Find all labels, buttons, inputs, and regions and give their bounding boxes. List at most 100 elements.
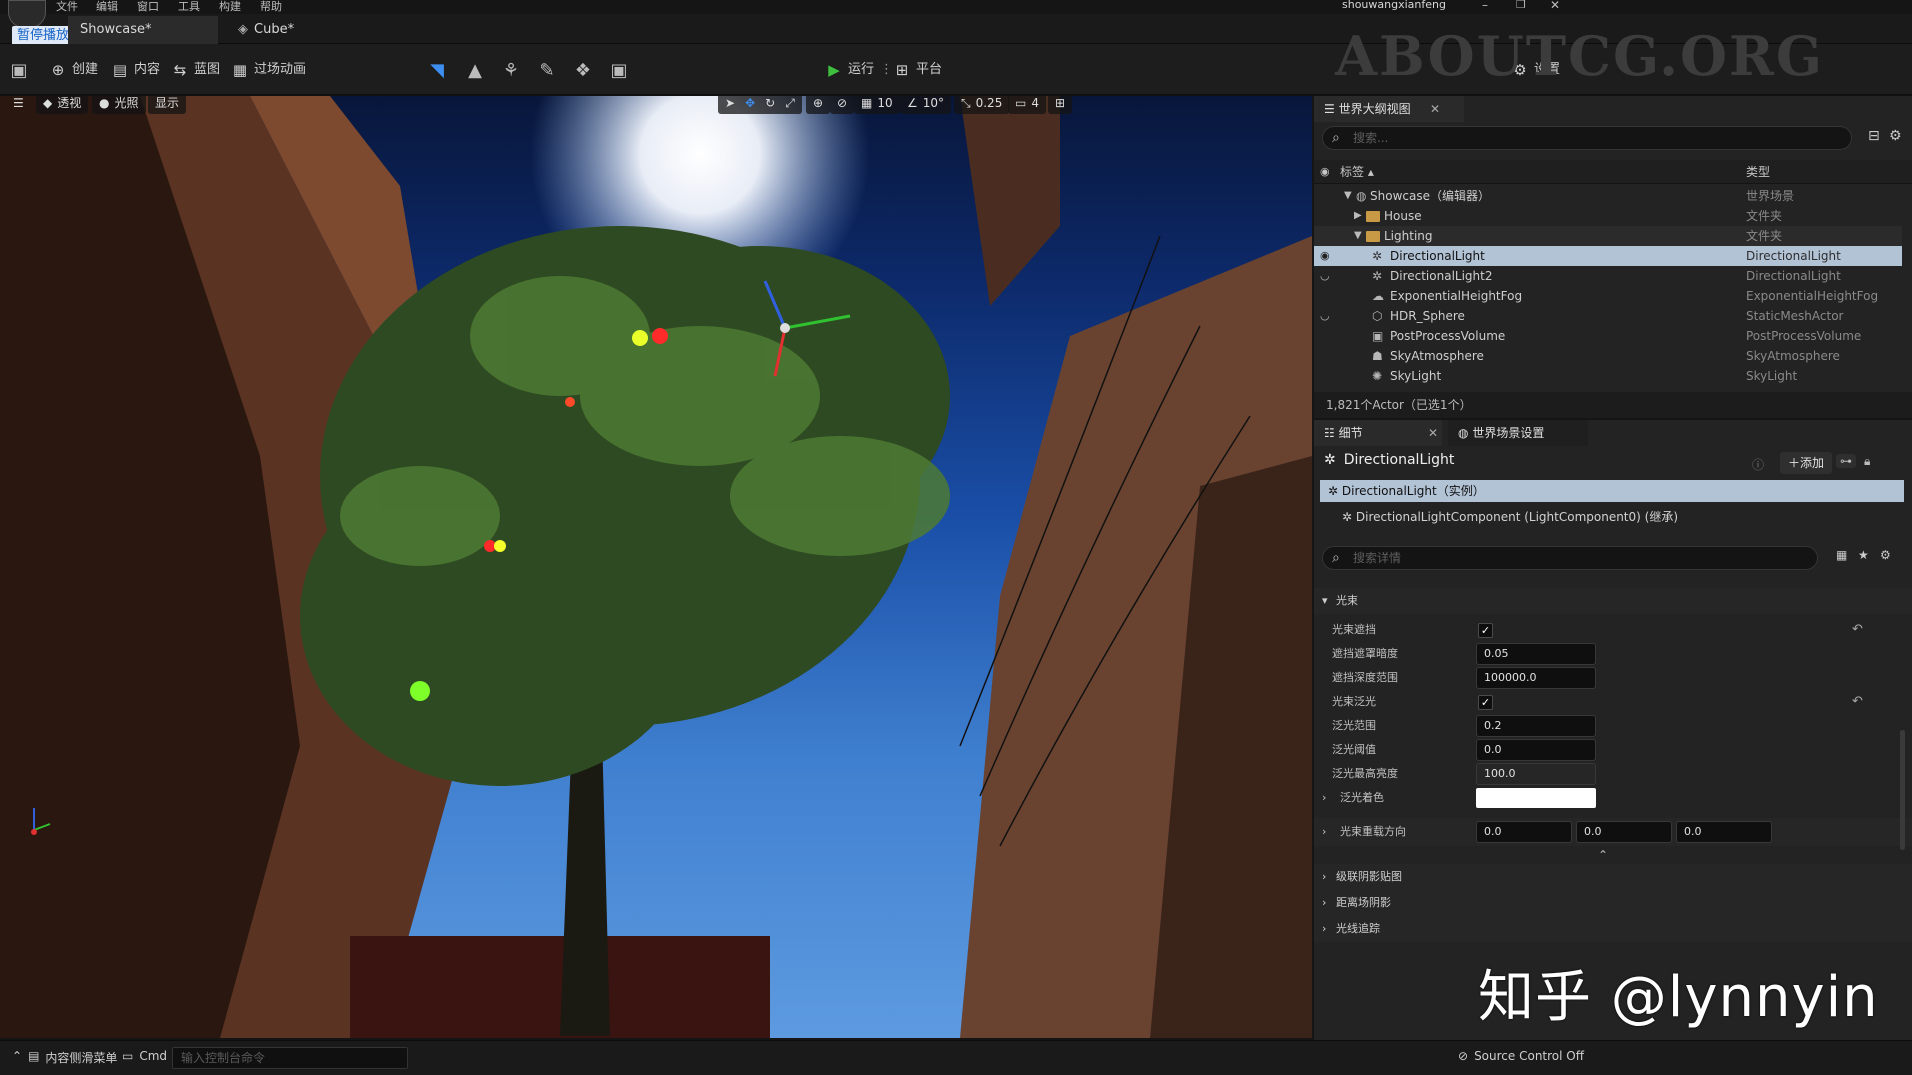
perspective-button[interactable]: ◆ 透视 <box>36 96 89 114</box>
blueprint-icon[interactable]: ⊶ <box>1836 454 1856 468</box>
menu-file[interactable]: 文件 <box>56 0 78 14</box>
close-window-icon[interactable]: ✕ <box>1550 0 1560 12</box>
level-viewport[interactable]: ☰ ◆ 透视 ● 光照 显示 ➤ ✥ ↻ ⤢ ⊕ ⊘ ▦ 10 ∠ 10° ⤡ 0.25 … <box>0 96 1312 1038</box>
menu-tools[interactable]: 工具 <box>178 0 200 14</box>
override-z-field[interactable]: 0.0 <box>1676 821 1772 843</box>
bloom-max-brightness-field[interactable]: 100.0 <box>1476 763 1596 785</box>
eye-icon[interactable]: ◉ <box>1320 246 1330 266</box>
cinematics-button[interactable]: ▦ 过场动画 <box>232 58 306 82</box>
blueprint-button[interactable]: ⇆ 蓝图 <box>172 58 220 82</box>
tree-row-directionallight[interactable]: ◉ ✲ DirectionalLight DirectionalLight <box>1314 246 1902 266</box>
world-local-toggle[interactable]: ⊕ <box>806 96 831 114</box>
restore-icon[interactable]: ❐ <box>1516 0 1526 11</box>
collapse-icon[interactable]: ▼ <box>1354 226 1362 246</box>
occlusion-checkbox[interactable]: ✓ <box>1478 623 1493 638</box>
collapse-advanced-icon[interactable]: ⌃ <box>1598 848 1608 862</box>
move-icon[interactable]: ✥ <box>745 96 755 114</box>
tree-row-showcase[interactable]: ▼ ◍ Showcase（编辑器） 世界场景 <box>1314 186 1902 206</box>
bloom-threshold-field[interactable]: 0.0 <box>1476 739 1596 761</box>
depth-range-field[interactable]: 100000.0 <box>1476 667 1596 689</box>
rotate-icon[interactable]: ↻ <box>765 96 775 114</box>
select-arrow-icon[interactable]: ➤ <box>725 96 735 114</box>
play-button[interactable]: ▶ 运行 ⋮ <box>826 58 893 82</box>
fracture-mode-icon[interactable]: ❖ <box>572 60 594 82</box>
tree-row-postprocess[interactable]: ▣ PostProcessVolume PostProcessVolume <box>1314 326 1902 346</box>
outliner-search-input[interactable]: ⌕ 搜索... <box>1322 126 1852 150</box>
console-input[interactable]: 输入控制台命令 <box>172 1047 408 1069</box>
menu-window[interactable]: 窗口 <box>137 0 159 14</box>
tab-details[interactable]: ☷ 细节 ✕ <box>1314 420 1442 446</box>
landscape-mode-icon[interactable]: ▲ <box>464 60 486 82</box>
bloom-tint-swatch[interactable] <box>1476 788 1596 808</box>
close-tab-icon[interactable]: ✕ <box>1430 96 1440 122</box>
section-distance-field-shadows[interactable]: › 距离场阴影 <box>1314 890 1912 916</box>
minimize-icon[interactable]: – <box>1482 0 1488 12</box>
modeling-mode-icon[interactable]: ▣ <box>608 60 630 82</box>
lock-icon[interactable]: 🔒︎ <box>1864 454 1870 469</box>
menu-help[interactable]: 帮助 <box>260 0 282 14</box>
expand-icon[interactable]: › <box>1322 784 1326 812</box>
platform-button[interactable]: ⊞ 平台 <box>894 58 942 82</box>
menu-build[interactable]: 构建 <box>219 0 241 14</box>
scale-snap[interactable]: ⤡ 0.25 <box>954 96 1010 114</box>
play-options-icon[interactable]: ⋮ <box>880 58 893 82</box>
scale-icon[interactable]: ⤢ <box>785 96 795 114</box>
menu-edit[interactable]: 编辑 <box>96 0 118 14</box>
tab-cube[interactable]: ◈ Cube* <box>226 16 306 44</box>
show-button[interactable]: 显示 <box>148 96 187 114</box>
column-label[interactable]: 标签 ▴ <box>1340 160 1374 184</box>
content-button[interactable]: ▤ 内容 <box>112 58 160 82</box>
outliner-settings-icon[interactable]: ⚙ <box>1889 128 1902 144</box>
section-light-shafts[interactable]: ▾ 光束 <box>1314 588 1912 614</box>
details-scrollbar[interactable] <box>1900 730 1905 850</box>
tree-row-lighting[interactable]: ▼ Lighting 文件夹 <box>1314 226 1902 246</box>
unreal-logo-icon[interactable] <box>8 0 46 28</box>
close-tab-icon[interactable]: ✕ <box>1428 420 1438 446</box>
component-row[interactable]: ✲ DirectionalLightComponent (LightCompon… <box>1342 506 1678 528</box>
instance-row[interactable]: ✲ DirectionalLight（实例） <box>1320 480 1904 502</box>
override-x-field[interactable]: 0.0 <box>1476 821 1572 843</box>
mask-darkness-field[interactable]: 0.05 <box>1476 643 1596 665</box>
tab-world-outliner[interactable]: ☰ 世界大纲视图 ✕ <box>1314 96 1464 122</box>
surface-snap-toggle[interactable]: ⊘ <box>830 96 855 114</box>
tree-row-skylight[interactable]: ✺ SkyLight SkyLight <box>1314 366 1902 386</box>
create-button[interactable]: ⊕ 创建 <box>50 58 98 82</box>
mesh-paint-icon[interactable]: ✎ <box>536 60 558 82</box>
section-cascaded-shadows[interactable]: › 级联阴影贴图 <box>1314 864 1912 890</box>
table-view-icon[interactable]: ▦ <box>1836 548 1847 562</box>
help-icon[interactable]: ⓘ <box>1752 456 1764 473</box>
favorite-icon[interactable]: ★ <box>1858 548 1869 562</box>
tree-row-directionallight2[interactable]: ◡ ✲ DirectionalLight2 DirectionalLight <box>1314 266 1902 286</box>
tree-row-hdr-sphere[interactable]: ◡ ⬡ HDR_Sphere StaticMeshActor <box>1314 306 1902 326</box>
eye-hidden-icon[interactable]: ◡ <box>1320 266 1330 286</box>
details-search-input[interactable]: ⌕ 搜索详情 <box>1322 546 1818 570</box>
tree-row-skyatmosphere[interactable]: ☗ SkyAtmosphere SkyAtmosphere <box>1314 346 1902 366</box>
visibility-column-icon[interactable]: ◉ <box>1320 160 1330 184</box>
column-type[interactable]: 类型 <box>1746 160 1770 184</box>
collapse-icon[interactable]: ▼ <box>1344 186 1352 206</box>
override-y-field[interactable]: 0.0 <box>1576 821 1672 843</box>
view-mode-button[interactable]: ● 光照 <box>92 96 146 114</box>
foliage-mode-icon[interactable]: ⚘ <box>500 60 522 82</box>
add-component-button[interactable]: ＋添加 <box>1780 452 1833 474</box>
eye-hidden-icon[interactable]: ◡ <box>1320 306 1330 326</box>
viewport-menu-button[interactable]: ☰ <box>6 96 31 114</box>
section-ray-tracing[interactable]: › 光线追踪 <box>1314 916 1912 942</box>
tab-showcase[interactable]: Showcase* <box>68 16 218 44</box>
save-icon[interactable]: ▣ <box>8 60 30 82</box>
source-control-status[interactable]: ⊘ Source Control Off <box>1458 1049 1584 1063</box>
add-filter-icon[interactable]: ⊟ <box>1868 128 1880 144</box>
cmd-button[interactable]: ▭ Cmd <box>122 1049 167 1063</box>
tree-row-house[interactable]: ▶ House 文件夹 <box>1314 206 1902 226</box>
tree-row-fog[interactable]: ☁ ExponentialHeightFog ExponentialHeight… <box>1314 286 1902 306</box>
expand-icon[interactable]: ▶ <box>1354 206 1362 226</box>
content-drawer-button[interactable]: ⌃ ▤ 内容侧滑菜单 <box>12 1049 117 1066</box>
bloom-checkbox[interactable]: ✓ <box>1478 695 1493 710</box>
camera-speed[interactable]: ▭ 4 <box>1008 96 1046 114</box>
rotation-snap[interactable]: ∠ 10° <box>900 96 952 114</box>
grid-snap[interactable]: ▦ 10 <box>854 96 900 114</box>
select-mode-icon[interactable]: ◥ <box>426 60 448 82</box>
details-settings-icon[interactable]: ⚙ <box>1880 548 1891 562</box>
expand-icon[interactable]: › <box>1322 818 1326 846</box>
layout-button[interactable]: ⊞ <box>1048 96 1073 114</box>
